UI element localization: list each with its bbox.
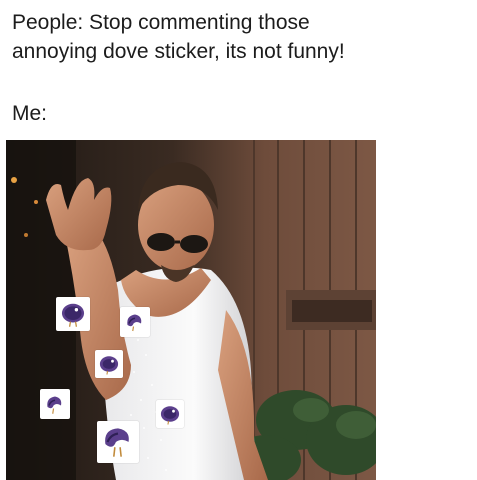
dove-sticker-4 bbox=[40, 389, 70, 419]
meme-caption: People: Stop commenting those annoying d… bbox=[12, 8, 472, 66]
dove-sticker-icon bbox=[105, 428, 129, 457]
dove-sticker-2 bbox=[120, 307, 150, 337]
me-label: Me: bbox=[12, 102, 48, 125]
caption-line-2: annoying dove sticker, its not funny! bbox=[12, 40, 345, 63]
caption-line-1: People: Stop commenting those bbox=[12, 11, 310, 34]
dove-sticker-1 bbox=[56, 297, 90, 331]
dove-sticker-icon bbox=[127, 314, 142, 332]
dove-sticker-5 bbox=[156, 400, 184, 428]
dove-sticker-icon bbox=[99, 356, 119, 375]
dove-sticker-6 bbox=[97, 421, 139, 463]
dove-sticker-icon bbox=[61, 303, 85, 327]
background-light bbox=[11, 177, 17, 183]
meme-photo bbox=[6, 140, 376, 480]
dove-sticker-icon bbox=[160, 406, 180, 425]
dove-sticker-icon bbox=[47, 396, 62, 414]
dove-sticker-3 bbox=[95, 350, 123, 378]
